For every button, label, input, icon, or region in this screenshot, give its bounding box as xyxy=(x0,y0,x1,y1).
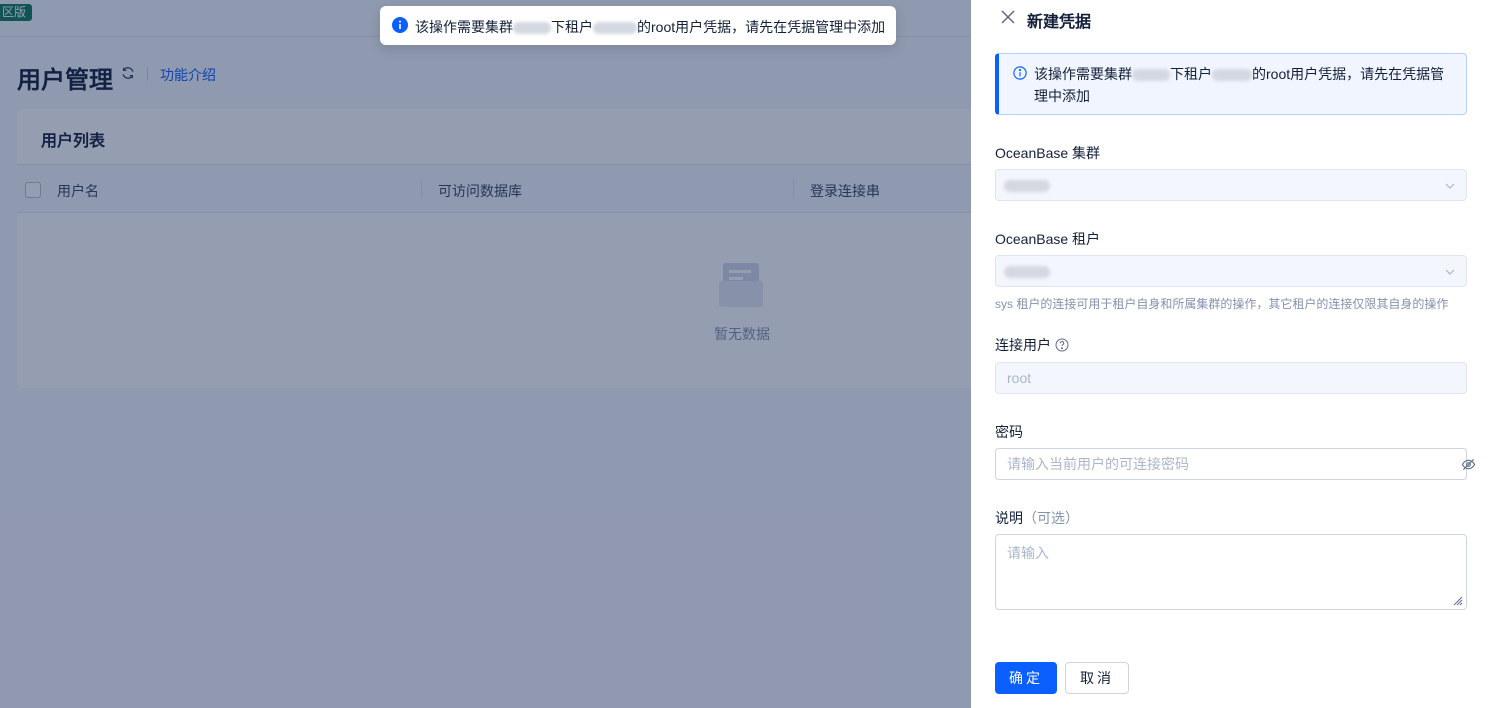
alert-text-prefix: 该操作需要集群 xyxy=(1034,66,1132,82)
redacted-tenant xyxy=(593,22,637,35)
redacted-cluster xyxy=(513,22,551,35)
resize-handle-icon[interactable] xyxy=(1453,596,1463,606)
redacted-cluster xyxy=(1132,69,1170,82)
optional-text: （可选） xyxy=(1023,510,1079,526)
toast-text-suffix: 的root用户凭据，请先在凭据管理中添加 xyxy=(637,19,886,35)
tenant-label: OceanBase 租户 xyxy=(995,231,1101,247)
description-label-text: 说明 xyxy=(995,510,1023,526)
connection-user-label: 连接用户 xyxy=(995,335,1069,355)
connection-user-input[interactable]: root xyxy=(995,362,1467,394)
info-outline-icon xyxy=(1013,66,1027,80)
redacted-cluster-value xyxy=(1004,180,1050,192)
chevron-down-icon xyxy=(1445,183,1455,189)
alert-message: 该操作需要集群 下租户 的root用户凭据，请先在凭据管理中添加 xyxy=(1034,63,1454,107)
toast-text-mid: 下租户 xyxy=(551,19,593,35)
tenant-select[interactable] xyxy=(995,255,1467,287)
connection-user-label-text: 连接用户 xyxy=(995,337,1051,353)
confirm-button[interactable]: 确定 xyxy=(995,662,1057,694)
toast-text-prefix: 该操作需要集群 xyxy=(415,19,513,35)
new-credential-drawer: 新建凭据 该操作需要集群 下租户 的root用户凭据，请先在凭据管理中添加 Ocea… xyxy=(971,0,1488,708)
close-icon[interactable] xyxy=(1000,9,1016,25)
alert-text-mid: 下租户 xyxy=(1170,66,1212,82)
toast-message: 该操作需要集群 下租户 的root用户凭据，请先在凭据管理中添加 xyxy=(415,17,885,37)
cluster-select[interactable] xyxy=(995,169,1467,201)
redacted-tenant-value xyxy=(1004,266,1050,278)
drawer-title: 新建凭据 xyxy=(1027,14,1092,31)
description-label: 说明（可选） xyxy=(995,508,1079,528)
chevron-down-icon xyxy=(1445,269,1455,275)
question-icon[interactable] xyxy=(1055,338,1069,352)
info-alert: 该操作需要集群 下租户 的root用户凭据，请先在凭据管理中添加 xyxy=(995,53,1467,115)
info-icon xyxy=(392,17,408,33)
cluster-label: OceanBase 集群 xyxy=(995,145,1101,161)
description-textarea[interactable] xyxy=(995,534,1467,610)
info-toast: 该操作需要集群 下租户 的root用户凭据，请先在凭据管理中添加 xyxy=(380,6,896,45)
tenant-hint: sys 租户的连接可用于租户自身和所属集群的操作，其它租户的连接仅限其自身的操作 xyxy=(995,297,1449,311)
eye-off-icon[interactable] xyxy=(1461,457,1476,472)
password-label: 密码 xyxy=(995,424,1023,440)
cancel-button[interactable]: 取消 xyxy=(1065,662,1129,694)
password-input[interactable] xyxy=(995,448,1467,480)
redacted-tenant xyxy=(1212,69,1252,82)
